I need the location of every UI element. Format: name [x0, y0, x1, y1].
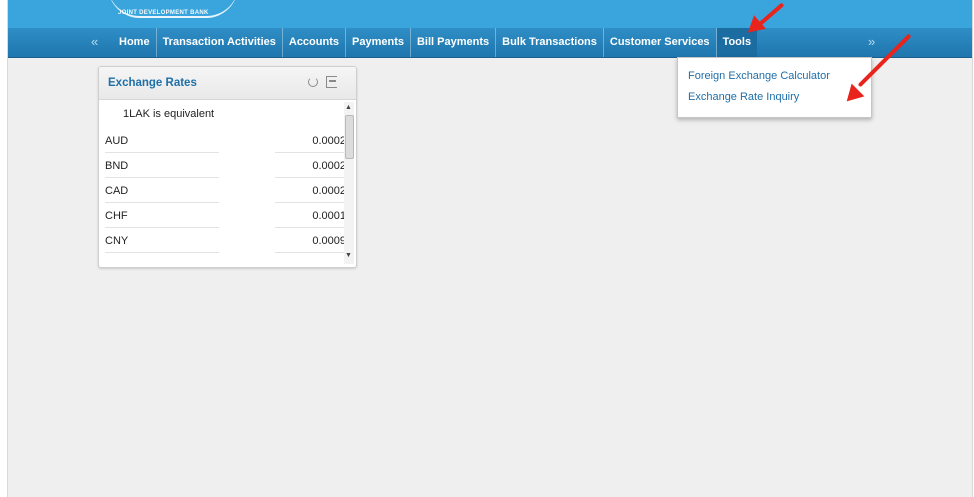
menu-item-foreign-exchange-calculator[interactable]: Foreign Exchange Calculator — [688, 70, 830, 82]
menu-item-exchange-rate-inquiry[interactable]: Exchange Rate Inquiry — [688, 91, 799, 103]
exchange-rates-widget: Exchange Rates 1LAK is equivalent AUD 0.… — [98, 66, 357, 268]
currency-code: CAD — [105, 180, 219, 203]
bank-name: JOINT DEVELOPMENT BANK — [118, 10, 209, 16]
scroll-down-icon[interactable]: ▼ — [345, 252, 352, 259]
scroll-up-icon[interactable]: ▲ — [345, 104, 352, 111]
rate-row: AUD 0.0002 — [105, 130, 349, 153]
rates-scrollbar[interactable]: ▲ ▼ — [344, 102, 354, 264]
rate-row: CHF 0.0001 — [105, 205, 349, 228]
currency-code: CNY — [105, 230, 219, 253]
nav-item-accounts[interactable]: Accounts — [283, 28, 346, 57]
currency-code: CHF — [105, 205, 219, 228]
app-frame: JOINT DEVELOPMENT BANK « Home Transactio… — [7, 0, 973, 497]
widget-title: Exchange Rates — [108, 77, 197, 89]
currency-code: AUD — [105, 130, 219, 153]
rate-row: CAD 0.0002 — [105, 180, 349, 203]
rate-value: 0.0002 — [275, 180, 346, 203]
nav-item-payments[interactable]: Payments — [346, 28, 411, 57]
nav-item-bill-payments[interactable]: Bill Payments — [411, 28, 497, 57]
brand-header: JOINT DEVELOPMENT BANK — [8, 0, 972, 28]
nav-item-bulk-transactions[interactable]: Bulk Transactions — [496, 28, 604, 57]
scroll-thumb[interactable] — [345, 115, 354, 159]
nav-next-arrow[interactable]: » — [868, 34, 875, 49]
tools-dropdown-menu: Foreign Exchange Calculator Exchange Rat… — [677, 57, 872, 118]
rate-caption: 1LAK is equivalent — [123, 108, 215, 120]
nav-prev-arrow[interactable]: « — [91, 34, 98, 49]
currency-code: BND — [105, 155, 219, 178]
main-navbar: « Home Transaction Activities Accounts P… — [8, 28, 972, 58]
rate-row: BND 0.0002 — [105, 155, 349, 178]
nav-item-transaction-activities[interactable]: Transaction Activities — [157, 28, 283, 57]
nav-item-customer-services[interactable]: Customer Services — [604, 28, 717, 57]
rate-row: CNY 0.0009 — [105, 230, 349, 253]
rate-value: 0.0009 — [275, 230, 346, 253]
nav-item-home[interactable]: Home — [113, 28, 157, 57]
pin-icon[interactable] — [326, 76, 337, 88]
rate-value: 0.0002 — [275, 130, 346, 153]
rate-value: 0.0001 — [275, 205, 346, 228]
nav-menu: Home Transaction Activities Accounts Pay… — [113, 28, 758, 57]
widget-header: Exchange Rates — [99, 67, 356, 100]
rate-value: 0.0002 — [275, 155, 346, 178]
refresh-icon[interactable] — [308, 77, 318, 87]
